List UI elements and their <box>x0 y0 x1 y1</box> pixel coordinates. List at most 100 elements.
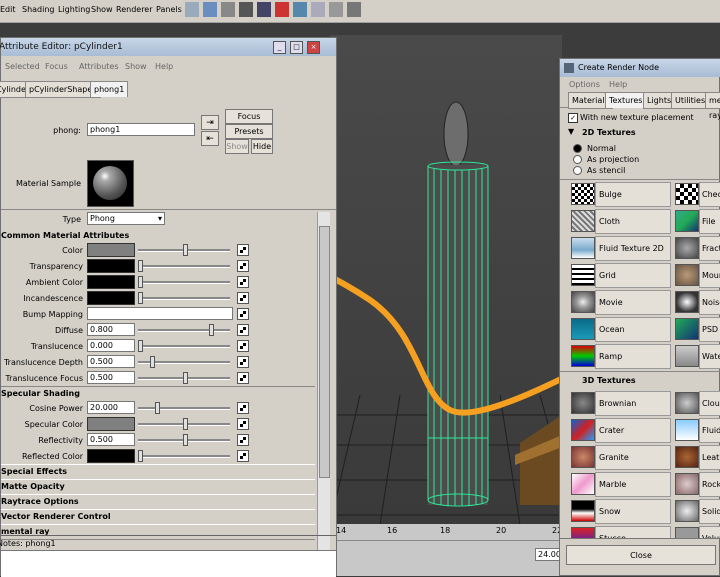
map-button-icon[interactable] <box>237 372 249 384</box>
menu-attributes[interactable]: Attributes <box>79 62 119 71</box>
menu-edit[interactable]: Edit <box>0 5 16 14</box>
map-button-icon[interactable] <box>237 450 249 462</box>
close-button[interactable]: Close <box>566 545 716 565</box>
reflected-color-swatch[interactable] <box>87 449 135 463</box>
show-button[interactable]: Show <box>225 139 249 154</box>
reflectivity-slider[interactable] <box>138 433 230 447</box>
section-special-effects[interactable]: Special Effects <box>1 464 315 480</box>
xray-icon[interactable] <box>329 2 343 17</box>
map-button-icon[interactable] <box>237 292 249 304</box>
hide-button[interactable]: Hide <box>251 139 273 154</box>
specular-shading-header[interactable]: Specular Shading <box>1 387 315 400</box>
grid-icon[interactable] <box>203 2 217 17</box>
hud-icon[interactable] <box>347 2 361 17</box>
radio-normal[interactable] <box>573 144 582 153</box>
tab-utilities[interactable]: Utilities <box>671 92 710 109</box>
translucence-depth-slider[interactable] <box>138 355 230 369</box>
map-button-icon[interactable] <box>237 356 249 368</box>
texture-mountain-button[interactable]: Mountain <box>699 263 720 288</box>
texture-volume-button[interactable]: Volume <box>699 526 720 538</box>
translucence-field[interactable]: 0.000 <box>87 339 135 352</box>
incandescence-swatch[interactable] <box>87 291 135 305</box>
texture-psd-button[interactable]: PSD File <box>699 317 720 342</box>
menu-panels[interactable]: Panels <box>156 5 182 14</box>
tab-phong1[interactable]: phong1 <box>90 81 129 97</box>
texture-snow-button[interactable]: Snow <box>595 499 671 524</box>
map-button-icon[interactable] <box>237 324 249 336</box>
texture-ramp-button[interactable]: Ramp <box>595 344 671 369</box>
specular-color-swatch[interactable] <box>87 417 135 431</box>
isolate-icon[interactable] <box>311 2 325 17</box>
section-matte-opacity[interactable]: Matte Opacity <box>1 479 315 495</box>
map-button-icon[interactable] <box>237 260 249 272</box>
section-3d-textures[interactable]: 3D Textures <box>582 376 636 385</box>
map-button-icon[interactable] <box>237 402 249 414</box>
go-output-icon[interactable]: ⇤ <box>201 131 219 146</box>
texture-ocean-button[interactable]: Ocean <box>595 317 671 342</box>
diffuse-slider[interactable] <box>138 323 230 337</box>
smooth-shade-icon[interactable] <box>239 2 253 17</box>
menu-show[interactable]: Show <box>91 5 113 14</box>
translucence-depth-field[interactable]: 0.500 <box>87 355 135 368</box>
texture-fluid-2d-button[interactable]: Fluid Texture 2D <box>595 236 671 261</box>
texture-cloud-button[interactable]: Cloud <box>699 391 720 416</box>
minimize-icon[interactable]: _ <box>273 41 286 54</box>
focus-button[interactable]: Focus <box>225 109 273 124</box>
light-icon[interactable] <box>275 2 289 17</box>
specular-color-slider[interactable] <box>138 417 230 431</box>
texture-leather-button[interactable]: Leather <box>699 445 720 470</box>
texture-crater-button[interactable]: Crater <box>595 418 671 443</box>
wireframe-icon[interactable] <box>221 2 235 17</box>
time-slider[interactable]: 14 16 18 20 22 24.00 <box>330 524 563 576</box>
menu-focus[interactable]: Focus <box>45 62 68 71</box>
attribute-scrollbar[interactable] <box>317 212 330 572</box>
map-button-icon[interactable] <box>237 308 249 320</box>
texture-water-button[interactable]: Water <box>699 344 720 369</box>
transparency-slider[interactable] <box>138 259 230 273</box>
menu-lighting[interactable]: Lighting <box>58 5 90 14</box>
color-slider[interactable] <box>138 243 230 257</box>
menu-shading[interactable]: Shading <box>22 5 55 14</box>
reflected-color-slider[interactable] <box>138 449 230 463</box>
texture-cloth-button[interactable]: Cloth <box>595 209 671 234</box>
tab-textures[interactable]: Textures <box>605 92 647 108</box>
common-material-attributes-header[interactable]: Common Material Attributes <box>1 229 315 242</box>
type-dropdown[interactable]: Phong ▾ <box>87 212 165 225</box>
collapse-2d-icon[interactable]: ▼ <box>568 127 574 136</box>
map-button-icon[interactable] <box>237 276 249 288</box>
attribute-editor-titlebar[interactable]: Attribute Editor: pCylinder1 _ □ × <box>0 38 336 56</box>
shadow-icon[interactable] <box>293 2 307 17</box>
diffuse-field[interactable]: 0.800 <box>87 323 135 336</box>
texture-marble-button[interactable]: Marble <box>595 472 671 497</box>
texture-brownian-button[interactable]: Brownian <box>595 391 671 416</box>
menu-selected[interactable]: Selected <box>5 62 40 71</box>
texture-file-button[interactable]: File <box>699 209 720 234</box>
section-mental-ray[interactable]: mental ray <box>1 524 315 540</box>
texture-fluid-button[interactable]: Fluid <box>699 418 720 443</box>
close-icon[interactable]: × <box>307 41 320 54</box>
cosine-power-slider[interactable] <box>138 401 230 415</box>
ambient-color-swatch[interactable] <box>87 275 135 289</box>
radio-projection[interactable] <box>573 155 582 164</box>
cosine-power-field[interactable]: 20.000 <box>87 401 135 414</box>
map-button-icon[interactable] <box>237 244 249 256</box>
texture-icon[interactable] <box>257 2 271 17</box>
menu-renderer[interactable]: Renderer <box>116 5 153 14</box>
color-swatch[interactable] <box>87 243 135 257</box>
texture-grid-button[interactable]: Grid <box>595 263 671 288</box>
notes-field[interactable] <box>1 550 336 577</box>
translucence-focus-slider[interactable] <box>138 371 230 385</box>
scroll-thumb[interactable] <box>319 226 330 478</box>
texture-rock-button[interactable]: Rock <box>699 472 720 497</box>
section-2d-textures[interactable]: 2D Textures <box>582 128 636 137</box>
placement-checkbox[interactable]: ✓ <box>568 113 578 123</box>
map-button-icon[interactable] <box>237 418 249 430</box>
presets-button[interactable]: Presets <box>225 124 273 139</box>
bump-mapping-field[interactable] <box>87 307 233 320</box>
create-render-node-titlebar[interactable]: Create Render Node <box>560 59 720 77</box>
texture-bulge-button[interactable]: Bulge <box>595 182 671 207</box>
menu-show[interactable]: Show <box>125 62 147 71</box>
reflectivity-field[interactable]: 0.500 <box>87 433 135 446</box>
texture-solid-button[interactable]: Solid <box>699 499 720 524</box>
menu-options[interactable]: Options <box>569 80 600 89</box>
